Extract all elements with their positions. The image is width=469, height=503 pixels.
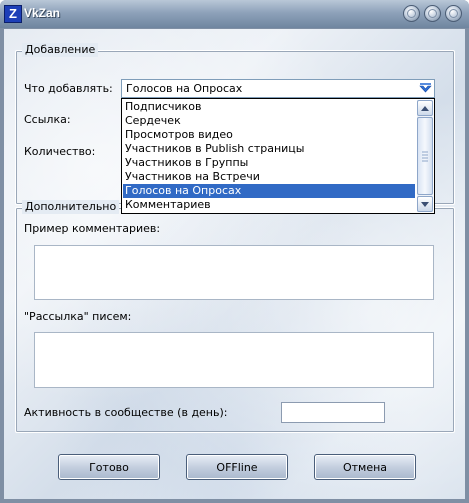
chevron-up-icon — [421, 105, 429, 111]
app-logo-icon: Z — [4, 5, 22, 23]
count-label: Количество: — [24, 145, 96, 158]
chevron-down-icon — [421, 201, 429, 207]
client-area: Добавление Что добавлять: Ссылка: Количе… — [3, 28, 466, 500]
window-title: VkZan — [24, 6, 61, 20]
add-type-dropdown-list[interactable]: Подписчиков Сердечек Просмотров видео Уч… — [121, 98, 435, 214]
activity-input[interactable] — [281, 402, 385, 423]
dropdown-option[interactable]: Подписчиков — [123, 100, 415, 114]
offline-button[interactable]: OFFline — [186, 454, 288, 480]
minimize-button[interactable] — [403, 5, 420, 22]
what-to-add-label: Что добавлять: — [24, 82, 113, 95]
mailing-textarea[interactable] — [34, 332, 434, 388]
dropdown-scrollbar[interactable] — [417, 100, 433, 212]
dropdown-option[interactable]: Участников на Встречи — [123, 170, 415, 184]
dropdown-option[interactable]: Участников в Группы — [123, 156, 415, 170]
scroll-thumb[interactable] — [417, 117, 433, 195]
comments-textarea[interactable] — [34, 245, 434, 300]
cancel-button[interactable]: Отмена — [314, 454, 416, 480]
title-bar[interactable]: Z VkZan — [0, 0, 469, 28]
dropdown-option[interactable]: Сердечек — [123, 114, 415, 128]
extra-group-legend: Дополнительно — [22, 200, 120, 214]
activity-label: Активность в сообществе (в день): — [24, 406, 228, 419]
scroll-down-button[interactable] — [417, 196, 433, 212]
mailing-label: "Рассылка" писем: — [24, 310, 132, 323]
dropdown-option[interactable]: Участников в Publish страницы — [123, 142, 415, 156]
dropdown-option[interactable]: Комментариев — [123, 198, 415, 212]
grip-icon — [422, 151, 428, 162]
link-label: Ссылка: — [24, 113, 71, 126]
scroll-up-button[interactable] — [417, 100, 433, 116]
dropdown-option-selected[interactable]: Голосов на Опросах — [123, 184, 415, 198]
add-type-select-value: Голосов на Опросах — [126, 82, 243, 95]
chevron-down-icon[interactable] — [418, 81, 433, 96]
add-type-select[interactable]: Голосов на Опросах — [121, 79, 435, 98]
add-group-legend: Добавление — [22, 43, 99, 57]
app-window: Z VkZan Добавление Что добавлять: Ссылка… — [0, 0, 469, 503]
comments-label: Пример комментариев: — [24, 222, 161, 235]
close-button[interactable] — [445, 5, 462, 22]
done-button[interactable]: Готово — [58, 454, 160, 480]
maximize-button[interactable] — [424, 5, 441, 22]
dropdown-option[interactable]: Просмотров видео — [123, 128, 415, 142]
